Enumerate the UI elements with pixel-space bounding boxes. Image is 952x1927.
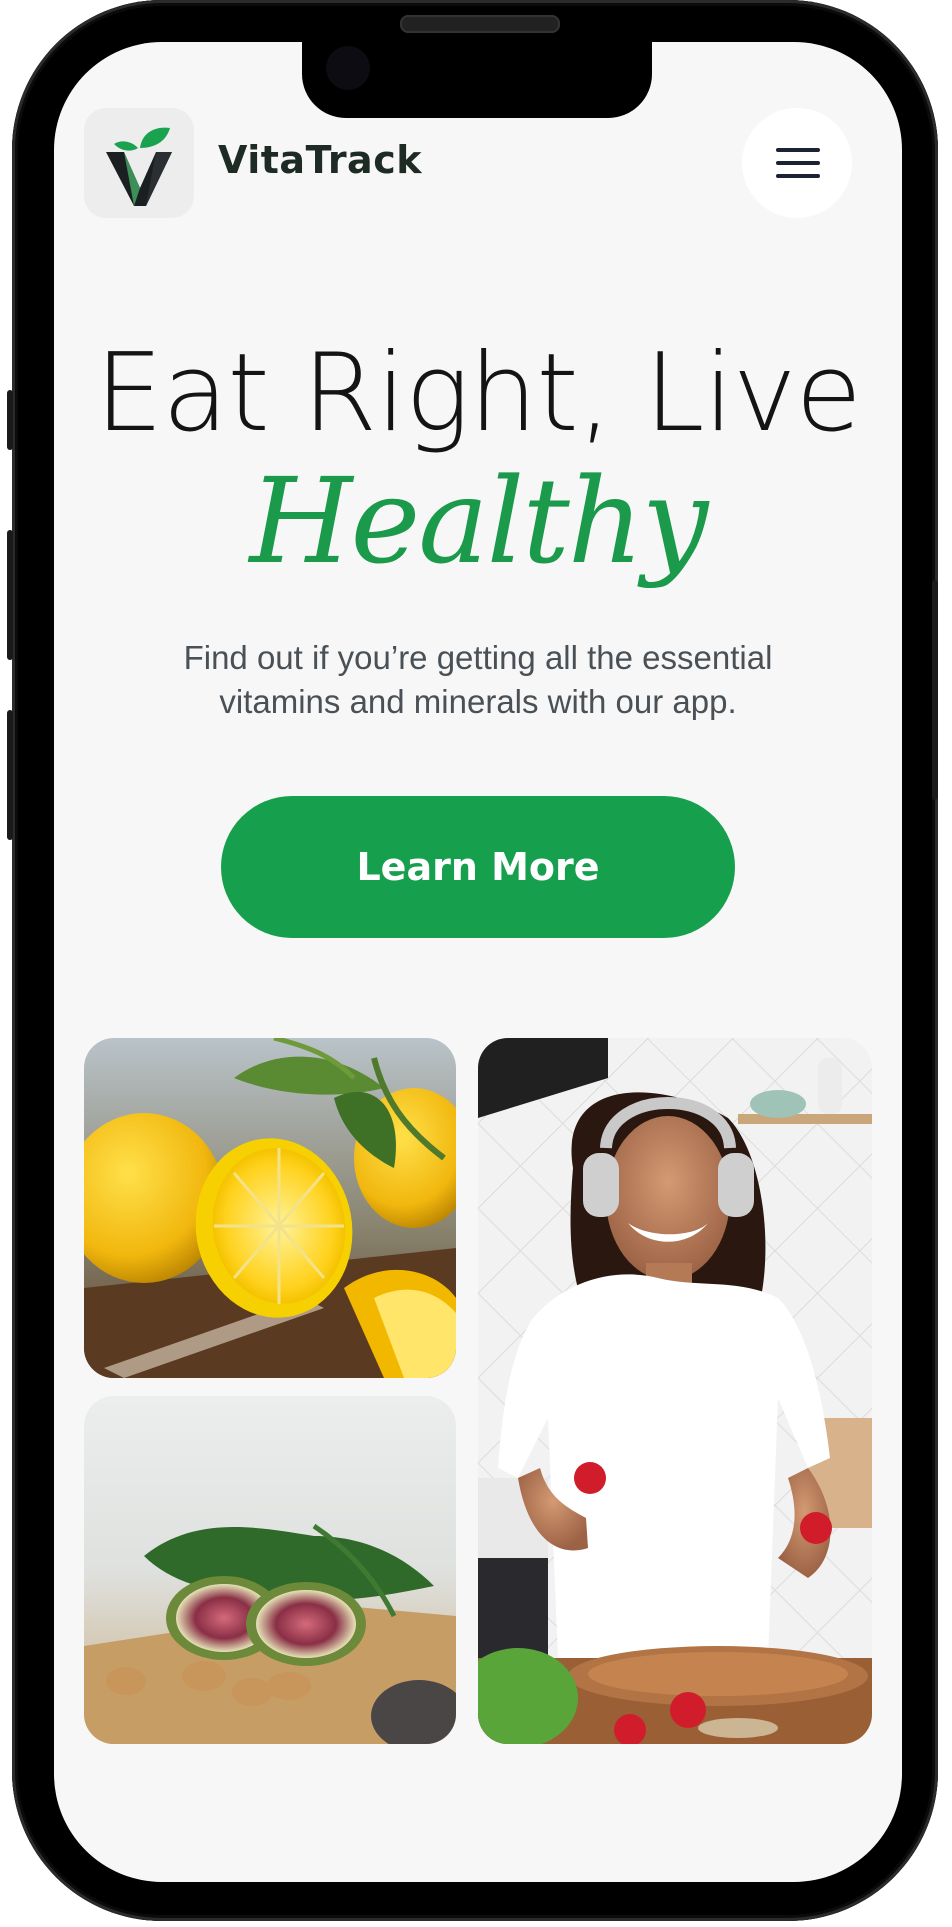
hero-subtitle: Find out if you’re getting all the essen… — [120, 636, 836, 724]
power-button — [932, 580, 938, 800]
learn-more-button[interactable]: Learn More — [221, 796, 735, 938]
front-camera-icon — [326, 46, 370, 90]
menu-button[interactable] — [742, 108, 852, 218]
hero-title-line2: Healthy — [249, 452, 709, 590]
hero-subtitle-line1: Find out if you’re getting all the essen… — [183, 639, 773, 676]
hero-title-line1: Eat Right, Live — [95, 331, 862, 456]
speaker-grille — [400, 15, 560, 33]
figs-walnuts-photo — [84, 1396, 456, 1744]
hero-subtitle-line2: vitamins and minerals with our app. — [219, 683, 737, 720]
volume-down-button — [7, 710, 13, 840]
woman-with-headphones-cooking-photo — [478, 1038, 872, 1744]
lemons-photo — [84, 1038, 456, 1378]
sprout-v-logo-icon — [106, 127, 172, 206]
volume-up-button — [7, 530, 13, 660]
logo[interactable] — [84, 108, 194, 218]
brand-name[interactable]: VitaTrack — [218, 138, 422, 182]
mute-switch — [7, 390, 13, 450]
